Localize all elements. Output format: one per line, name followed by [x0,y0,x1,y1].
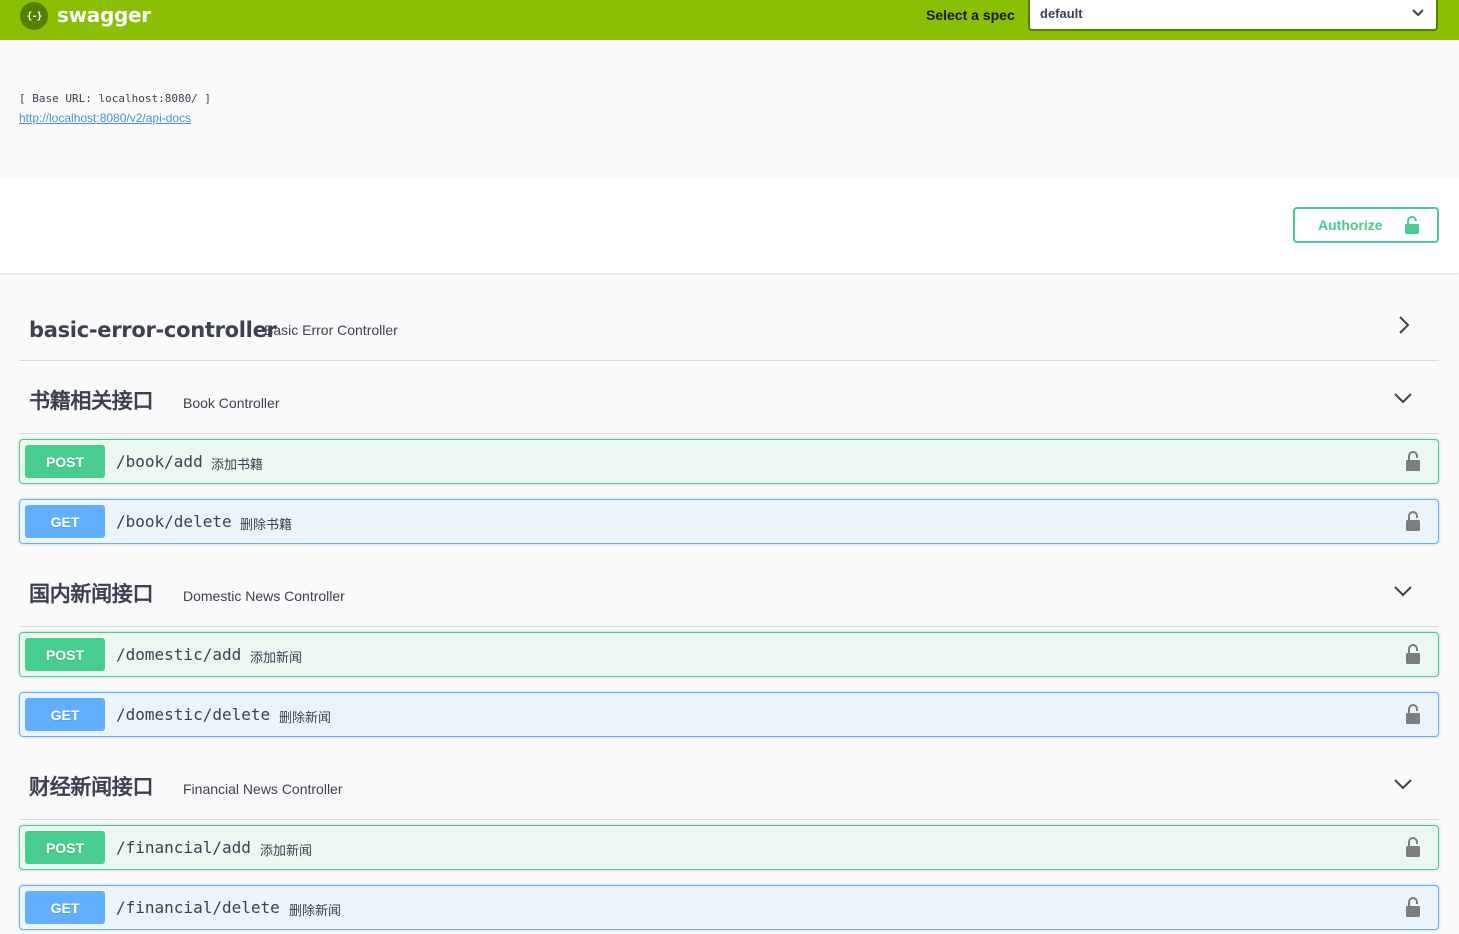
operation-path: /book/add [116,452,203,471]
method-badge: GET [25,505,105,538]
operation-summary: 添加新闻 [260,844,313,859]
logo-text: swagger [57,3,151,27]
method-badge: POST [25,445,105,478]
operation-path: /domestic/delete [116,705,271,724]
tag-description: Domestic News Controller [183,588,345,604]
operation-path: /financial/delete [116,898,280,917]
operation-get-book-delete[interactable]: GET /book/delete 删除书籍 [19,499,1439,544]
tag-name: basic-error-controller [29,318,277,342]
method-badge: GET [25,698,105,731]
operation-get-domestic-delete[interactable]: GET /domestic/delete 删除新闻 [19,692,1439,737]
operation-summary: 删除新闻 [289,904,342,919]
tag-name: 国内新闻接口 [29,582,154,606]
operation-summary: 删除书籍 [240,518,293,533]
chevron-right-icon[interactable] [1393,315,1413,335]
tag-header-basic-error-controller[interactable]: basic-error-controller Basic Error Contr… [19,288,1439,361]
swagger-logo-icon: {-} [20,2,48,30]
chevron-down-icon[interactable] [1393,581,1413,601]
method-badge: POST [25,831,105,864]
tag-name: 财经新闻接口 [29,775,154,799]
unlocked-lock-icon[interactable] [1406,837,1420,857]
swagger-logo[interactable]: {-} swagger [20,2,151,30]
tag-description: Book Controller [183,395,280,411]
unlocked-lock-icon[interactable] [1406,451,1420,471]
unlocked-lock-icon[interactable] [1406,511,1420,531]
unlocked-lock-icon[interactable] [1406,704,1420,724]
method-badge: POST [25,638,105,671]
operation-summary: 添加书籍 [211,458,264,473]
base-url: [ Base URL: localhost:8080/ ] [19,92,212,105]
operation-summary: 添加新闻 [250,651,303,666]
operation-post-book-add[interactable]: POST /book/add 添加书籍 [19,439,1439,484]
tag-description: Financial News Controller [183,781,343,797]
api-docs-link[interactable]: http://localhost:8080/v2/api-docs [19,111,191,125]
operation-post-domestic-add[interactable]: POST /domestic/add 添加新闻 [19,632,1439,677]
top-bar: {-} swagger Select a spec default [0,0,1459,40]
chevron-down-icon[interactable] [1393,388,1413,408]
tag-header-financial-news-controller[interactable]: 财经新闻接口 Financial News Controller [19,747,1439,820]
authorize-button[interactable]: Authorize [1293,207,1439,243]
operation-post-financial-add[interactable]: POST /financial/add 添加新闻 [19,825,1439,870]
tag-header-domestic-news-controller[interactable]: 国内新闻接口 Domestic News Controller [19,554,1439,627]
spec-select-value: default [1040,6,1083,21]
tag-header-book-controller[interactable]: 书籍相关接口 Book Controller [19,361,1439,434]
spec-select-label: Select a spec [926,7,1015,23]
operation-summary: 删除新闻 [279,711,332,726]
operation-path: /book/delete [116,512,232,531]
chevron-down-icon [1412,9,1424,17]
operation-get-financial-delete[interactable]: GET /financial/delete 删除新闻 [19,885,1439,930]
tag-name: 书籍相关接口 [29,389,154,413]
scheme-container: Authorize [0,177,1459,273]
operation-path: /financial/add [116,838,251,857]
lock-icon [1404,216,1419,234]
spec-select[interactable]: default [1028,0,1438,31]
authorize-label: Authorize [1318,217,1383,233]
unlocked-lock-icon[interactable] [1406,644,1420,664]
tag-description: Basic Error Controller [264,322,398,338]
operation-path: /domestic/add [116,645,242,664]
info-section: [ Base URL: localhost:8080/ ] http://loc… [0,40,1459,177]
unlocked-lock-icon[interactable] [1406,897,1420,917]
method-badge: GET [25,891,105,924]
chevron-down-icon[interactable] [1393,774,1413,794]
